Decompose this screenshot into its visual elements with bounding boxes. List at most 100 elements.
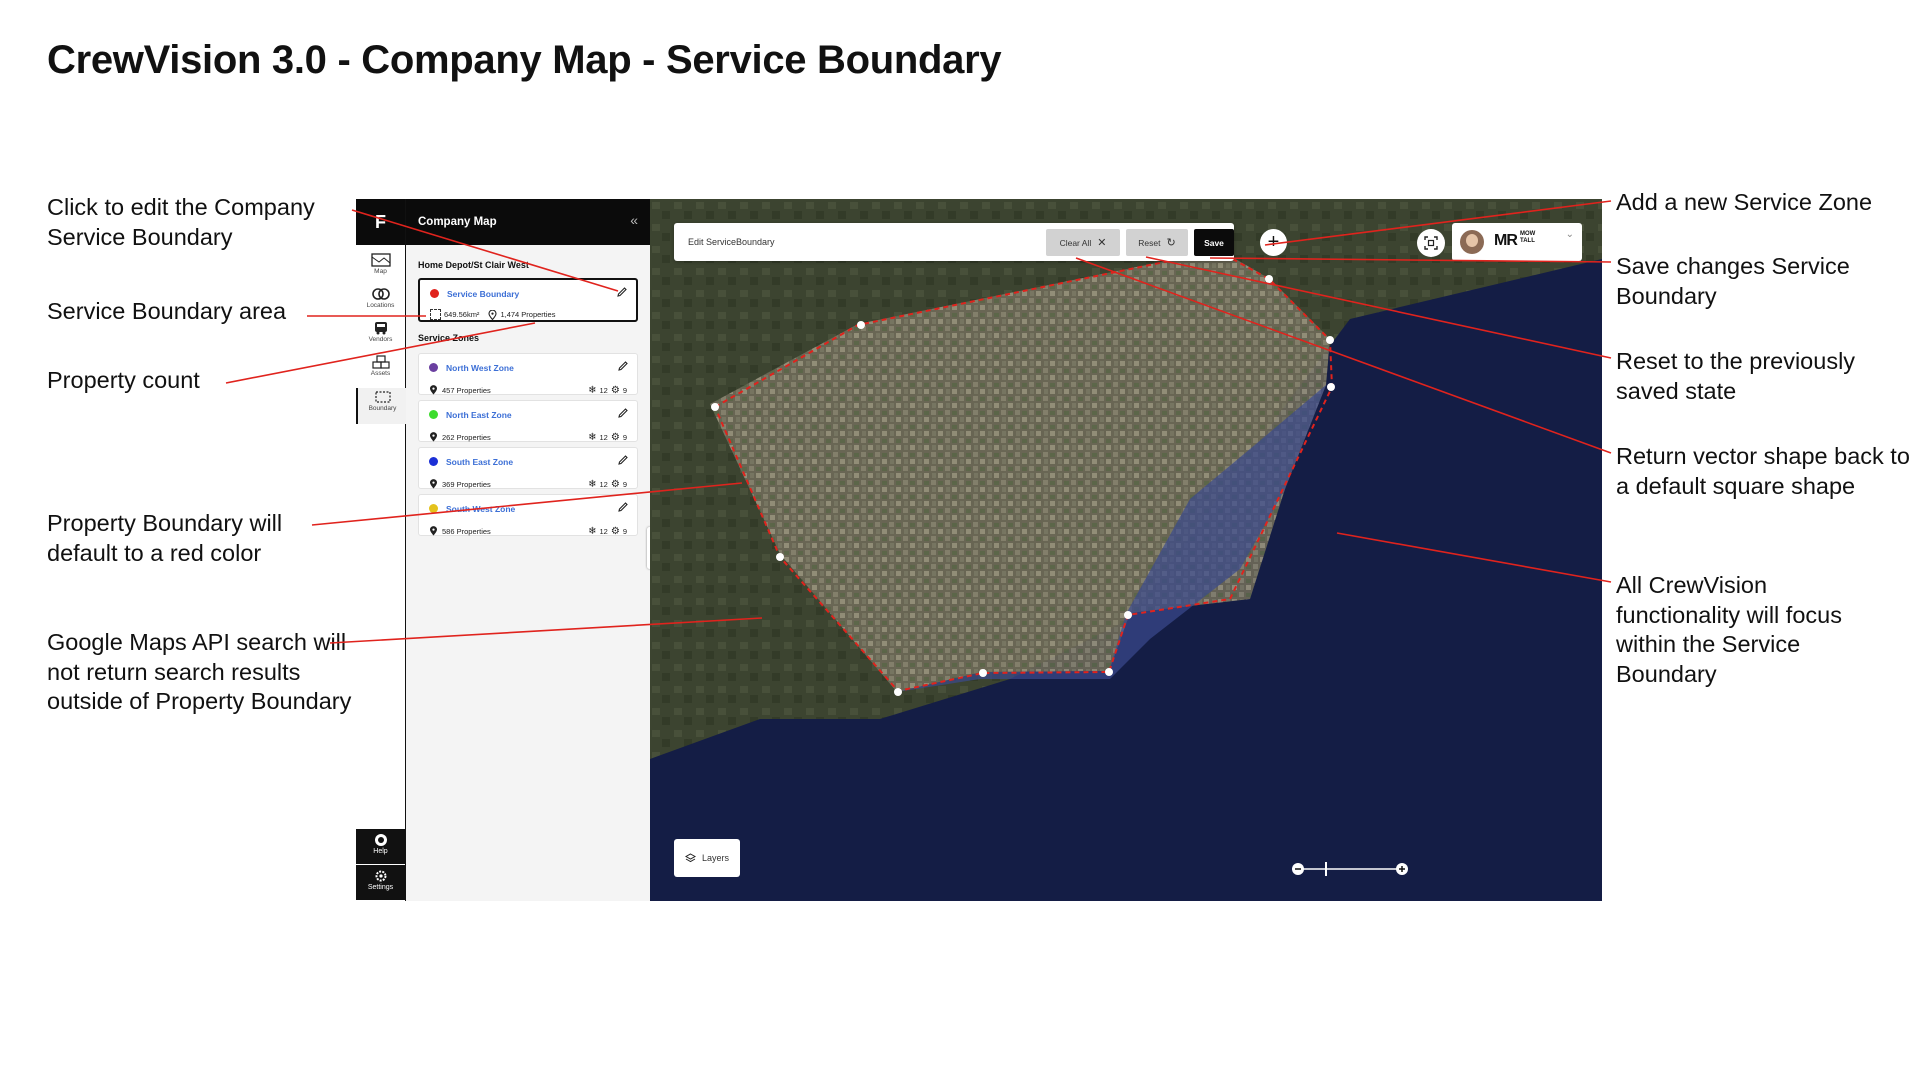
zone-stats: ❄ 12 ⚙ 9 <box>588 385 627 396</box>
gear-icon: ⚙ <box>610 526 620 537</box>
zone-card[interactable]: North East Zone 262 Properties ❄ 12 ⚙ 9 <box>418 400 638 443</box>
edit-boundary-toolbar: Edit ServiceBoundary Clear All ✕ Reset ↻… <box>674 223 1234 261</box>
brand-logo-small: MOW TALL <box>1520 231 1536 244</box>
company-map-panel: Company Map « Home Depot/St Clair West S… <box>406 199 650 901</box>
locations-icon <box>371 288 390 300</box>
snow-count: 12 <box>599 386 608 395</box>
service-boundary-name: Service Boundary <box>447 289 520 299</box>
location-label: Home Depot/St Clair West <box>418 260 529 270</box>
gear-count: 9 <box>622 480 627 489</box>
page-title: CrewVision 3.0 - Company Map - Service B… <box>47 38 1002 82</box>
zone-card[interactable]: South East Zone 369 Properties ❄ 12 ⚙ 9 <box>418 447 638 490</box>
snow-count: 12 <box>599 480 608 489</box>
zone-meta: 586 Properties <box>429 526 491 536</box>
zone-name: South East Zone <box>446 457 514 467</box>
pin-icon <box>488 309 497 320</box>
zoom-out-icon[interactable] <box>1292 863 1304 875</box>
boundary-area: 649.56km² <box>444 310 480 319</box>
layers-icon <box>684 852 696 862</box>
map-icon <box>370 253 391 267</box>
edit-zone-icon[interactable] <box>617 501 629 513</box>
snowflake-icon: ❄ <box>588 432 597 443</box>
annotation-property-count: Property count <box>47 367 200 393</box>
zone-card[interactable]: North West Zone 457 Properties ❄ 12 ⚙ 9 <box>418 353 638 396</box>
save-button[interactable]: Save <box>1194 229 1234 256</box>
rail-label: Help <box>373 848 388 855</box>
focus-boundary-button[interactable] <box>1417 229 1445 257</box>
pin-icon <box>430 432 437 442</box>
zone-color-dot <box>429 363 438 372</box>
zone-property-count: 457 Properties <box>442 385 491 395</box>
reset-label: Reset <box>1138 237 1161 248</box>
zoom-in-icon[interactable] <box>1396 863 1408 875</box>
service-boundary-card[interactable]: Service Boundary 649.56km² 1,474 Propert… <box>418 278 638 322</box>
zone-card[interactable]: South West Zone 586 Properties ❄ 12 ⚙ 9 <box>418 494 638 537</box>
close-icon: ✕ <box>1097 237 1107 249</box>
rail-item-help[interactable]: Help <box>356 829 405 864</box>
reset-button[interactable]: Reset ↻ <box>1126 229 1188 256</box>
rail-label: Map <box>374 268 387 275</box>
rail-item-locations[interactable]: Locations <box>356 285 405 319</box>
zone-color-dot <box>429 457 438 466</box>
rail-label: Boundary <box>368 405 397 412</box>
satellite-map <box>650 199 1602 901</box>
app-screenshot: F Map Locations Vendors Assets Boundary … <box>356 199 1602 901</box>
pin-icon <box>430 526 437 536</box>
zone-meta: 369 Properties <box>429 479 491 489</box>
annotation-boundary-area: Service Boundary area <box>47 298 287 324</box>
settings-icon <box>375 870 386 882</box>
rail-item-map[interactable]: Map <box>356 251 405 285</box>
boundary-icon <box>374 391 391 403</box>
clear-all-button[interactable]: Clear All ✕ <box>1046 229 1120 256</box>
rail-item-assets[interactable]: Assets <box>356 353 405 387</box>
zone-stats: ❄ 12 ⚙ 9 <box>588 432 627 443</box>
account-menu[interactable]: MR MOW TALL ⌄ <box>1452 223 1582 261</box>
snow-count: 12 <box>599 527 608 536</box>
boundary-color-dot <box>430 289 439 298</box>
rail-item-vendors[interactable]: Vendors <box>356 319 405 353</box>
edit-boundary-icon[interactable] <box>616 286 628 298</box>
edit-zone-icon[interactable] <box>617 360 629 372</box>
service-zones-label: Service Zones <box>418 333 480 343</box>
rail-label: Settings <box>367 884 394 891</box>
pin-icon <box>430 479 437 489</box>
gear-count: 9 <box>622 433 627 442</box>
annotation-edit-boundary: Click to edit the Company Service Bounda… <box>47 194 315 250</box>
add-service-zone-button[interactable]: + <box>1260 229 1287 256</box>
zone-property-count: 369 Properties <box>442 479 491 489</box>
zone-stats: ❄ 12 ⚙ 9 <box>588 526 627 537</box>
annotation-add-zone: Add a new Service Zone <box>1616 189 1873 215</box>
refresh-icon: ↻ <box>1166 237 1176 249</box>
zone-meta: 262 Properties <box>429 432 491 442</box>
clear-all-label: Clear All <box>1059 237 1092 248</box>
gear-icon: ⚙ <box>610 432 620 443</box>
layers-button[interactable]: Layers <box>674 839 740 877</box>
gear-count: 9 <box>622 527 627 536</box>
annotation-reset: Reset to the previously saved state <box>1616 348 1856 404</box>
annotation-focus: All CrewVision functionality will focus … <box>1616 572 1842 687</box>
zone-color-dot <box>429 410 438 419</box>
rail-label: Assets <box>370 370 391 377</box>
rail-item-boundary[interactable]: Boundary <box>356 388 407 424</box>
gear-count: 9 <box>622 386 627 395</box>
rail-label: Vendors <box>368 336 393 343</box>
zone-property-count: 586 Properties <box>442 526 491 536</box>
snow-count: 12 <box>599 433 608 442</box>
edit-zone-icon[interactable] <box>617 454 629 466</box>
zone-stats: ❄ 12 ⚙ 9 <box>588 479 627 490</box>
map-view[interactable]: Edit ServiceBoundary Clear All ✕ Reset ↻… <box>650 199 1602 901</box>
zone-color-dot <box>429 504 438 513</box>
icon-rail: F Map Locations Vendors Assets Boundary … <box>356 199 407 901</box>
chevron-down-icon: ⌄ <box>1565 229 1574 240</box>
snowflake-icon: ❄ <box>588 526 597 537</box>
help-icon <box>374 834 387 846</box>
rail-item-settings[interactable]: Settings <box>356 865 405 900</box>
gear-icon: ⚙ <box>610 385 620 396</box>
zoom-slider[interactable] <box>1290 859 1410 879</box>
zone-property-count: 262 Properties <box>442 432 491 442</box>
edit-zone-icon[interactable] <box>617 407 629 419</box>
panel-header: Company Map « <box>406 199 650 245</box>
app-logo[interactable]: F <box>356 199 405 245</box>
collapse-panel-icon[interactable]: « <box>630 212 638 228</box>
toolbar-label: Edit ServiceBoundary <box>688 237 775 247</box>
